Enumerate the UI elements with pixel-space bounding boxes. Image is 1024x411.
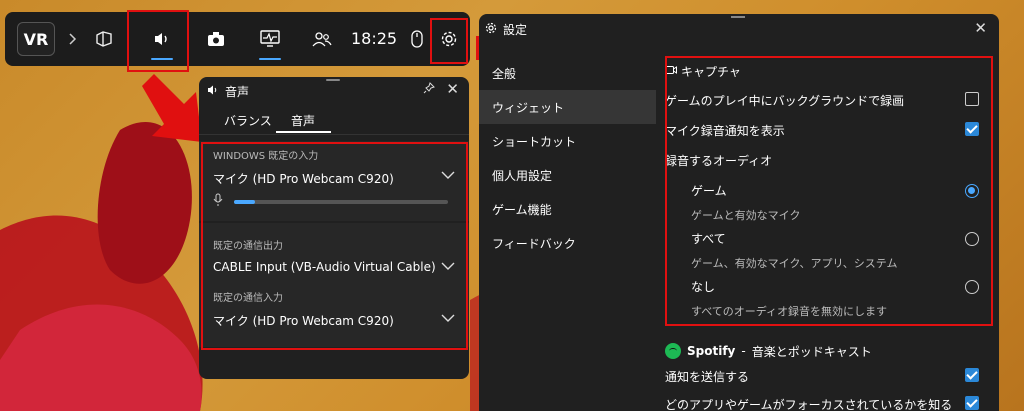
- performance-icon[interactable]: [255, 24, 285, 54]
- settings-nav: 全般 ウィジェット ショートカット 個人用設定 ゲーム機能 フィードバック: [479, 56, 656, 260]
- spotify-focus-checkbox[interactable]: [965, 396, 979, 410]
- spotify-notify-checkbox[interactable]: [965, 368, 979, 382]
- spotify-separator: -: [741, 344, 746, 358]
- app-logo[interactable]: VR: [17, 22, 55, 56]
- audio-panel-title: 音声: [225, 85, 250, 99]
- close-icon[interactable]: ✕: [446, 80, 459, 98]
- nav-item-shortcuts[interactable]: ショートカット: [479, 124, 656, 158]
- spotify-focus-label: どのアプリやゲームがフォーカスされているかを知る: [665, 398, 953, 411]
- game-bar: VR 18:25: [5, 12, 470, 66]
- gear-highlight-box: [430, 18, 468, 64]
- tab-balance[interactable]: バランス: [224, 112, 272, 129]
- spotify-notify-label: 通知を送信する: [665, 370, 750, 384]
- audio-panel-header: 音声: [207, 83, 249, 100]
- nav-item-personalization[interactable]: 個人用設定: [479, 158, 656, 192]
- capture-highlight-box: [665, 56, 993, 326]
- spotify-name: Spotify: [687, 344, 736, 358]
- chevron-right-icon[interactable]: [57, 24, 87, 54]
- mouse-icon[interactable]: [402, 24, 432, 54]
- audio-tabs: バランス 音声: [199, 109, 469, 133]
- active-tab-indicator: [276, 131, 331, 133]
- settings-title: 設定: [503, 23, 528, 37]
- widget-icon[interactable]: [89, 24, 119, 54]
- clock-time: 18:25: [351, 29, 398, 48]
- nav-item-feedback[interactable]: フィードバック: [479, 226, 656, 260]
- volume-icon: [207, 84, 219, 99]
- audio-highlight-box: [201, 142, 468, 350]
- drag-handle[interactable]: [731, 16, 745, 18]
- settings-header: 設定: [485, 21, 527, 38]
- app-logo-text: VR: [23, 29, 49, 49]
- gear-icon: [485, 22, 497, 37]
- performance-active-indicator: [259, 58, 281, 60]
- divider: [199, 134, 469, 135]
- camera-icon[interactable]: [201, 24, 231, 54]
- spotify-heading: Spotify - 音楽とポッドキャスト: [665, 341, 995, 361]
- drag-handle[interactable]: [326, 79, 340, 81]
- spotify-icon: [665, 343, 681, 359]
- volume-highlight-box: [127, 10, 189, 72]
- spotify-tagline: 音楽とポッドキャスト: [751, 344, 872, 359]
- social-icon[interactable]: [307, 24, 337, 54]
- tab-audio[interactable]: 音声: [291, 112, 315, 129]
- nav-item-gaming-features[interactable]: ゲーム機能: [479, 192, 656, 226]
- nav-item-widgets[interactable]: ウィジェット: [479, 90, 656, 124]
- spotify-focus-row: どのアプリやゲームがフォーカスされているかを知る: [665, 396, 995, 411]
- close-icon[interactable]: ✕: [974, 19, 987, 37]
- nav-item-general[interactable]: 全般: [479, 56, 656, 90]
- pin-icon[interactable]: [423, 82, 435, 97]
- spotify-notify-row: 通知を送信する: [665, 368, 995, 388]
